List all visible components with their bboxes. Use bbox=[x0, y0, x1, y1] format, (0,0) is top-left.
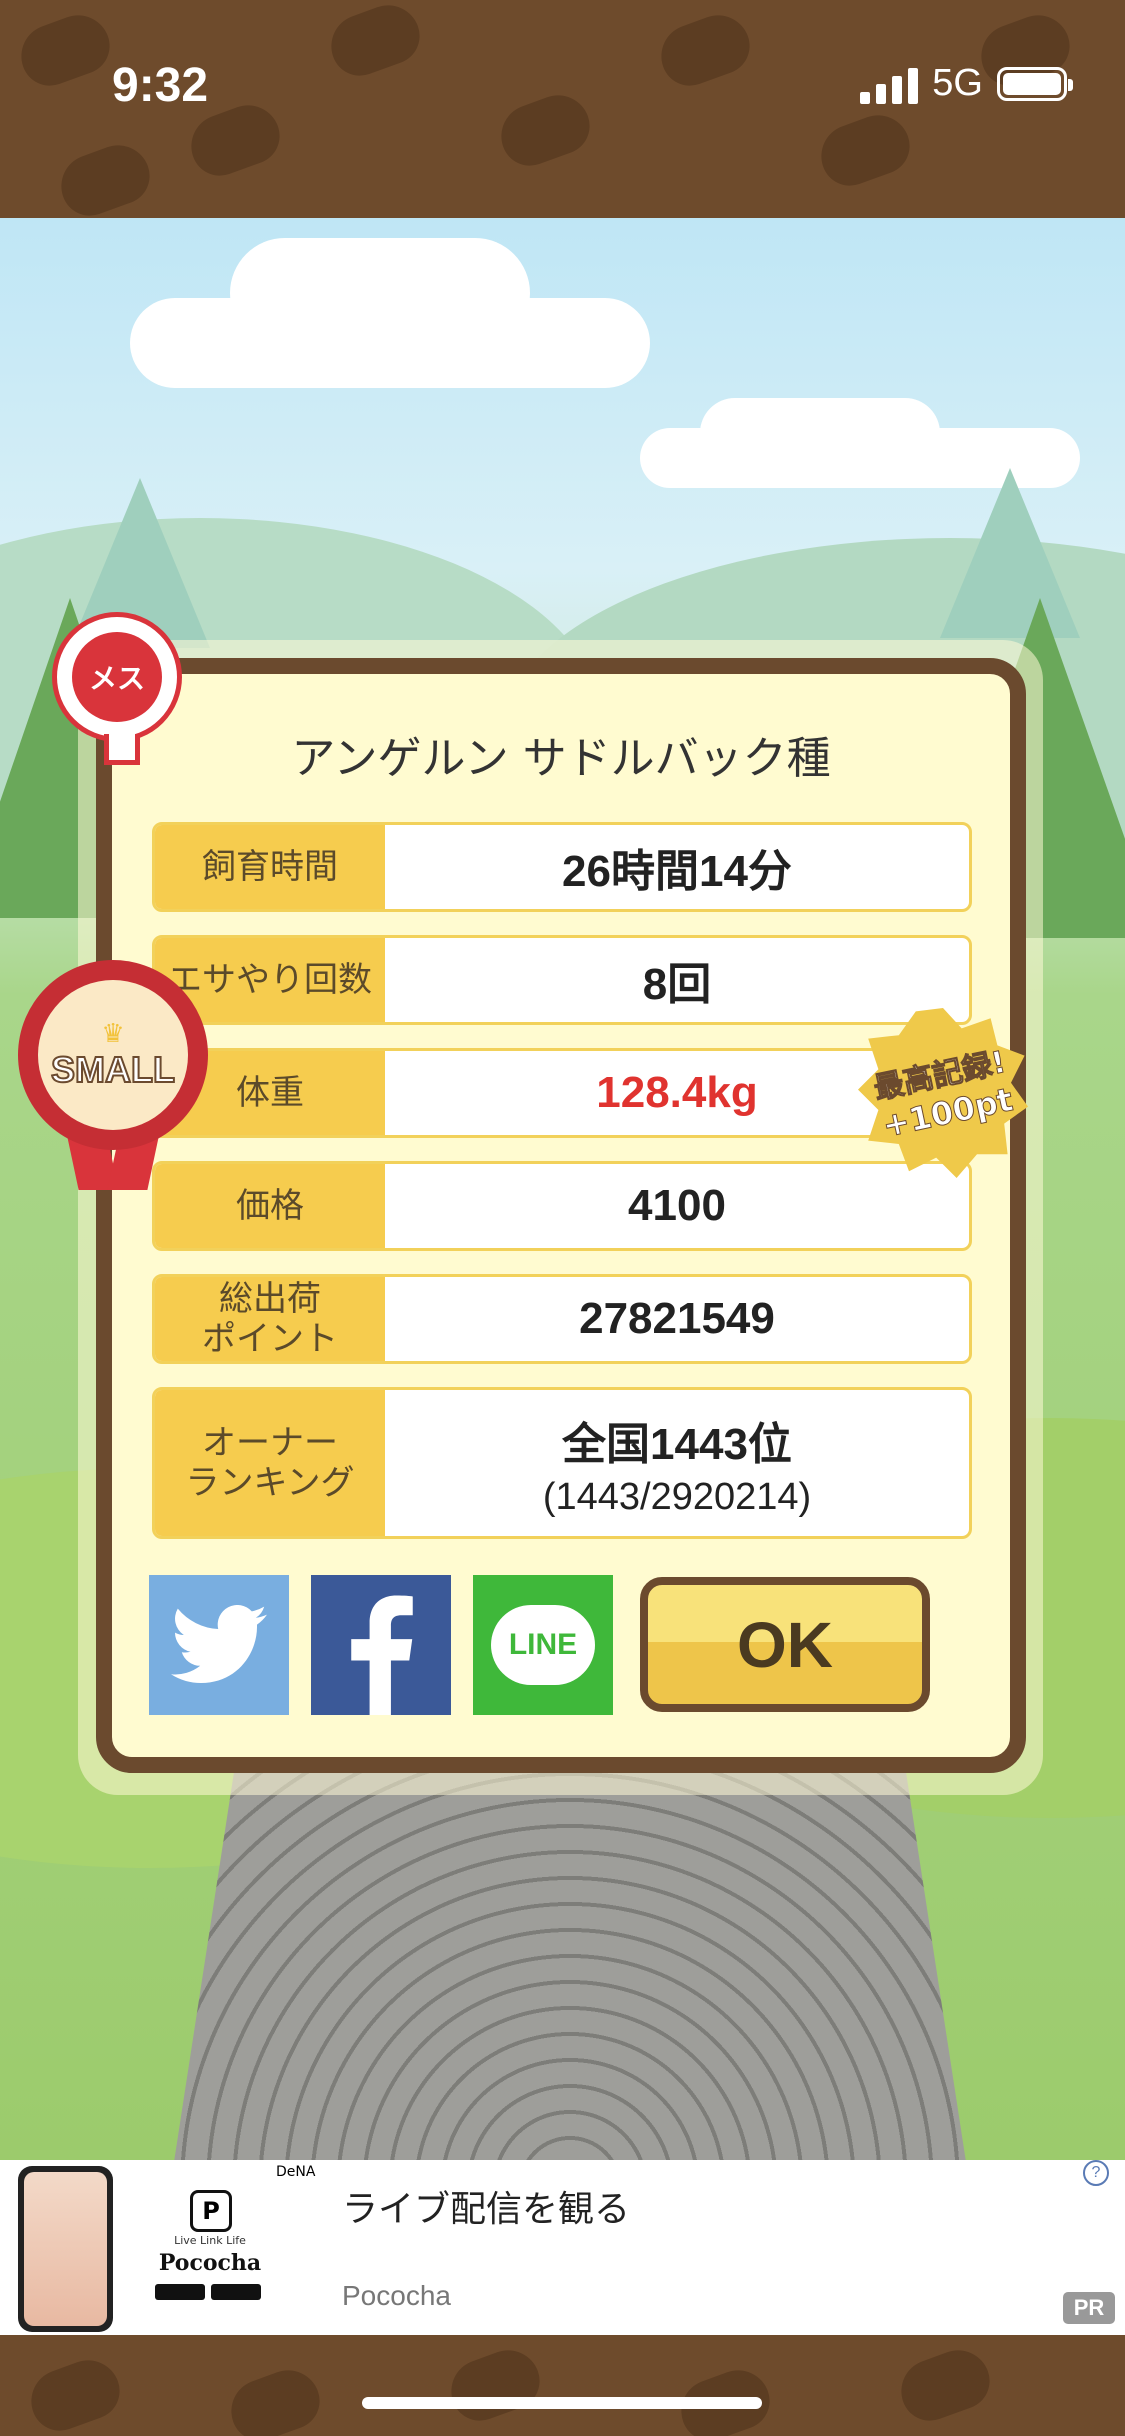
status-indicators: 5G bbox=[860, 62, 1073, 105]
app-store-badge-icon bbox=[155, 2284, 205, 2300]
size-rosette-badge: ♛ SMALL bbox=[18, 960, 208, 1200]
stat-label: オーナー ランキング bbox=[155, 1390, 385, 1536]
stat-label-line1: 総出荷 bbox=[219, 1279, 321, 1319]
female-symbol-icon bbox=[104, 734, 140, 765]
stat-label: 飼育時間 bbox=[155, 825, 385, 909]
ad-phone-screen bbox=[24, 2172, 107, 2326]
facebook-icon bbox=[351, 1595, 413, 1715]
network-type: 5G bbox=[932, 62, 983, 104]
ad-app-name: Pococha bbox=[158, 2250, 262, 2276]
stat-row-owner-ranking: オーナー ランキング 全国1443位 (1443/2920214) bbox=[152, 1387, 972, 1539]
size-label: SMALL bbox=[50, 1048, 176, 1091]
battery-icon bbox=[997, 66, 1073, 101]
stat-row-feed-count: エサやり回数 8回 bbox=[152, 935, 972, 1025]
twitter-icon bbox=[171, 1605, 267, 1683]
female-badge: メス bbox=[52, 612, 192, 765]
ranking-value: 全国1443位 bbox=[562, 1419, 792, 1469]
ad-store-badges bbox=[155, 2284, 261, 2300]
status-time: 9:32 bbox=[112, 59, 209, 112]
ad-tagline: Live Link Life bbox=[174, 2234, 246, 2247]
ad-headline[interactable]: ライブ配信を観る bbox=[342, 2180, 630, 2232]
female-label: メス bbox=[88, 662, 145, 695]
home-indicator[interactable] bbox=[362, 2397, 762, 2409]
breed-title: アンゲルン サドルバック種 bbox=[291, 733, 831, 784]
crown-icon: ♛ bbox=[101, 1019, 125, 1049]
twitter-share-button[interactable] bbox=[149, 1575, 289, 1715]
line-label: LINE bbox=[508, 1628, 578, 1661]
stat-row-shipping-points: 総出荷 ポイント 27821549 bbox=[152, 1274, 972, 1364]
facebook-share-button[interactable] bbox=[311, 1575, 451, 1715]
stat-label-line1: オーナー bbox=[201, 1423, 338, 1463]
signal-icon bbox=[860, 64, 919, 104]
stat-value: 26時間14分 bbox=[562, 847, 792, 896]
stat-row-time: 飼育時間 26時間14分 bbox=[152, 822, 972, 912]
stat-label-line2: ランキング bbox=[185, 1463, 355, 1503]
stat-label-line2: ポイント bbox=[202, 1319, 338, 1359]
pococha-logo-icon: P bbox=[190, 2190, 232, 2232]
ad-brand-small: DeNA bbox=[276, 2164, 316, 2180]
ad-info-icon[interactable]: ? bbox=[1083, 2160, 1109, 2186]
stat-row-weight: 体重 128.4kg bbox=[152, 1048, 972, 1138]
line-icon: LINE bbox=[491, 1605, 595, 1685]
ranking-detail: (1443/2920214) bbox=[542, 1475, 812, 1518]
stat-row-price: 価格 4100 bbox=[152, 1161, 972, 1251]
ad-advertiser: Pococha bbox=[342, 2280, 451, 2311]
google-play-badge-icon bbox=[211, 2284, 261, 2300]
stat-value: 全国1443位 (1443/2920214) bbox=[385, 1390, 969, 1536]
stat-label: 総出荷 ポイント bbox=[155, 1277, 385, 1361]
record-burst-badge: 最高記録! +100pt bbox=[858, 1008, 1028, 1178]
bottom-pattern-bar bbox=[0, 2335, 1125, 2436]
ad-pr-label: PR bbox=[1063, 2292, 1115, 2324]
ok-button[interactable]: OK bbox=[640, 1577, 930, 1712]
stat-value: 27821549 bbox=[579, 1294, 775, 1343]
line-share-button[interactable]: LINE bbox=[473, 1575, 613, 1715]
